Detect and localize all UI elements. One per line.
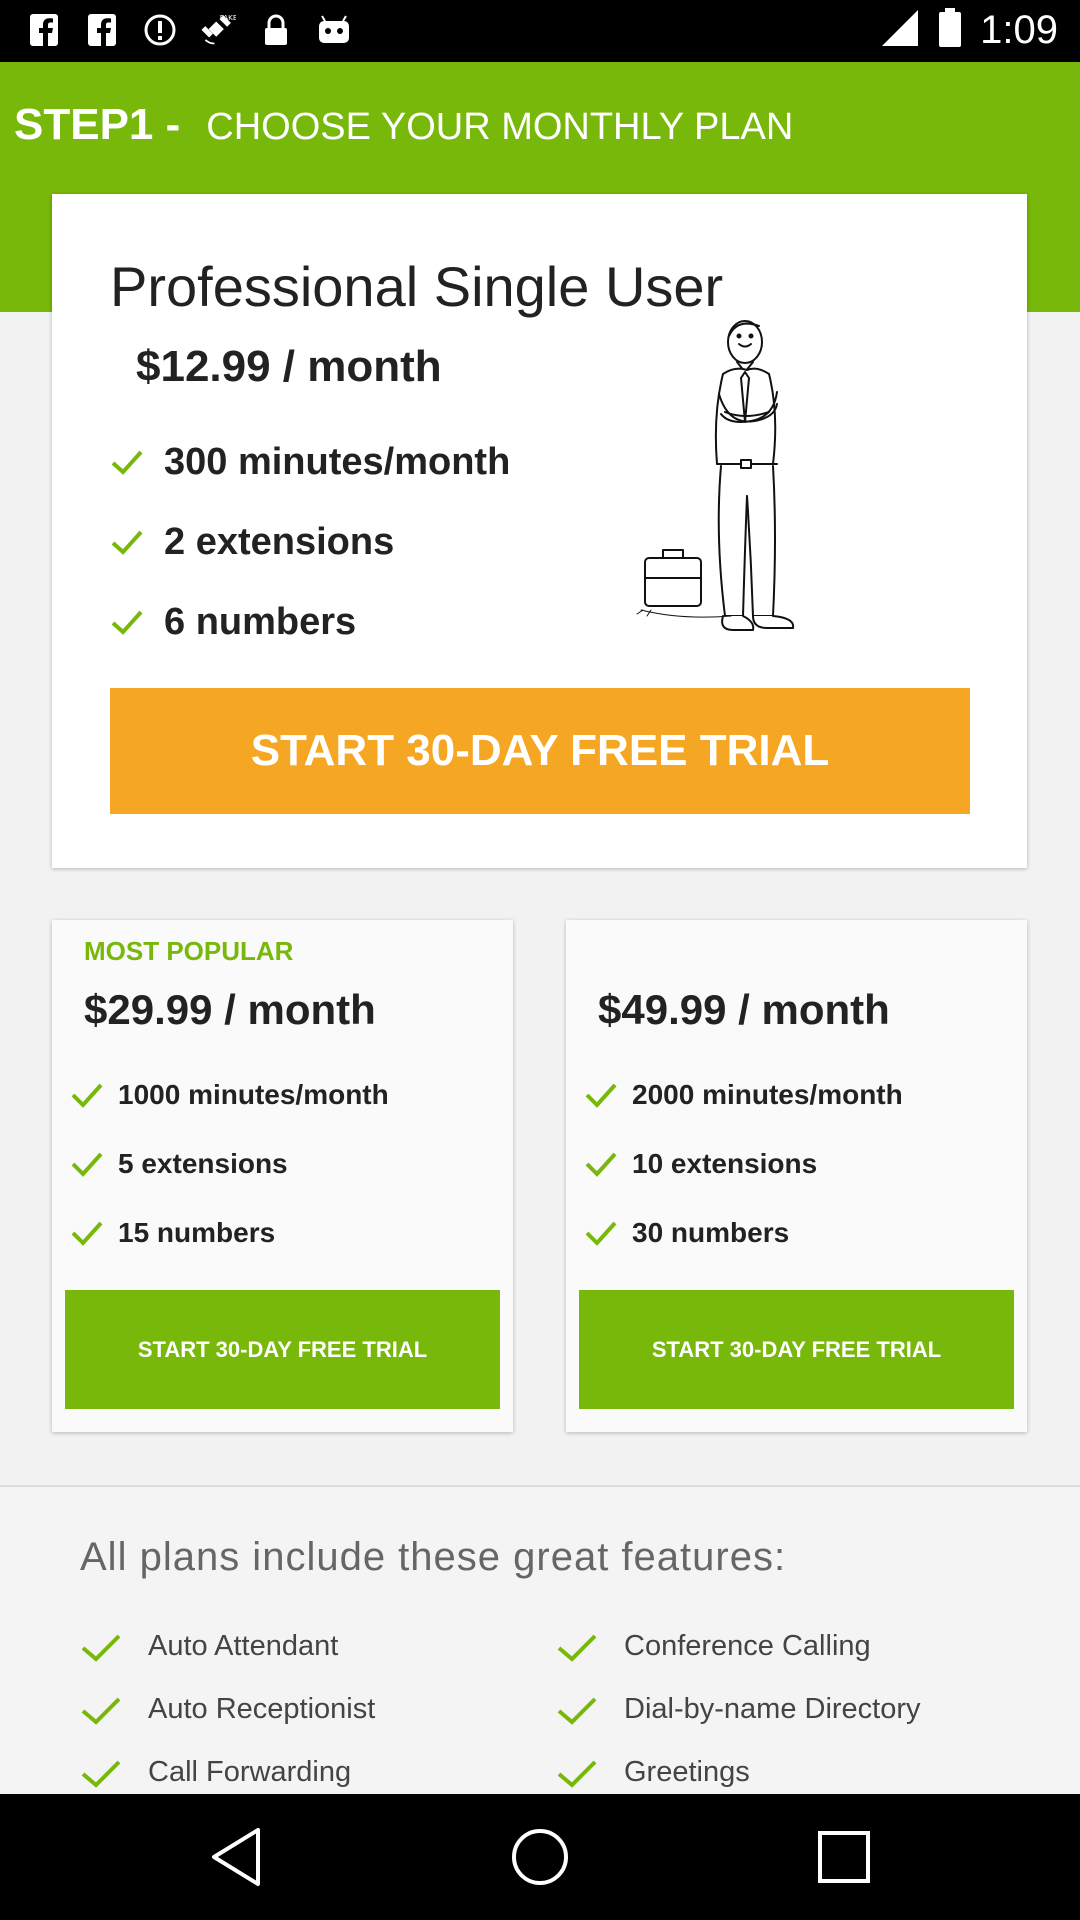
plan-price: $49.99 / month bbox=[598, 986, 890, 1033]
list-item: 1000 minutes/month bbox=[70, 1060, 389, 1129]
back-icon[interactable] bbox=[203, 1824, 269, 1890]
plan-feature-list: 300 minutes/month 2 extensions 6 numbers bbox=[110, 422, 510, 662]
list-item: 300 minutes/month bbox=[110, 422, 510, 502]
feature-label: Greetings bbox=[624, 1756, 750, 1788]
feature-label: 2 extensions bbox=[164, 520, 395, 563]
plan-price: $29.99 / month bbox=[84, 986, 376, 1033]
check-icon bbox=[585, 1221, 617, 1246]
battery-icon bbox=[938, 8, 962, 53]
feature-label: 10 extensions bbox=[632, 1147, 818, 1179]
list-item: 10 extensions bbox=[584, 1129, 903, 1198]
features-list-left: Auto Attendant Auto Receptionist Call Fo… bbox=[80, 1615, 375, 1794]
list-item: Auto Attendant bbox=[80, 1615, 375, 1678]
feature-label: 15 numbers bbox=[118, 1216, 276, 1248]
plan-name: Professional Single User bbox=[110, 255, 724, 318]
plan-card-premium: $49.99 / month 2000 minutes/month 10 ext… bbox=[566, 920, 1027, 1432]
signal-icon bbox=[880, 8, 920, 53]
status-right: 1:09 bbox=[880, 8, 1058, 53]
list-item: 2000 minutes/month bbox=[584, 1060, 903, 1129]
status-time: 1:09 bbox=[980, 8, 1058, 52]
svg-text:FAKE: FAKE bbox=[220, 13, 236, 22]
check-icon bbox=[111, 610, 143, 635]
start-trial-button[interactable]: START 30-DAY FREE TRIAL bbox=[579, 1290, 1014, 1409]
lock-icon bbox=[258, 12, 294, 48]
featured-plan-card: Professional Single User $12.99 / month … bbox=[52, 194, 1027, 868]
start-trial-button[interactable]: START 30-DAY FREE TRIAL bbox=[65, 1290, 500, 1409]
check-icon bbox=[557, 1760, 597, 1788]
check-icon bbox=[111, 530, 143, 555]
recents-icon[interactable] bbox=[811, 1824, 877, 1890]
feature-label: Conference Calling bbox=[624, 1630, 871, 1662]
feature-label: 30 numbers bbox=[632, 1216, 790, 1248]
plan-feature-list: 2000 minutes/month 10 extensions 30 numb… bbox=[584, 1060, 903, 1267]
check-icon bbox=[81, 1760, 121, 1788]
all-plans-features: All plans include these great features: … bbox=[0, 1487, 1080, 1794]
check-icon bbox=[585, 1083, 617, 1108]
facebook-icon bbox=[26, 12, 62, 48]
navigation-bar bbox=[0, 1794, 1080, 1920]
list-item: Auto Receptionist bbox=[80, 1678, 375, 1741]
standing-man-illustration bbox=[636, 320, 795, 631]
alert-circle-icon bbox=[142, 12, 178, 48]
list-item: 15 numbers bbox=[70, 1198, 389, 1267]
feature-label: 6 numbers bbox=[164, 600, 357, 643]
list-item: 6 numbers bbox=[110, 582, 510, 662]
feature-label: 5 extensions bbox=[118, 1147, 288, 1179]
check-icon bbox=[557, 1634, 597, 1662]
feature-label: 1000 minutes/month bbox=[118, 1078, 389, 1110]
features-list-right: Conference Calling Dial-by-name Director… bbox=[556, 1615, 921, 1794]
home-icon[interactable] bbox=[507, 1824, 573, 1890]
step-subtitle: CHOOSE YOUR MONTHLY PLAN bbox=[206, 106, 794, 148]
plan-card-popular: MOST POPULAR $29.99 / month 1000 minutes… bbox=[52, 920, 513, 1432]
check-icon bbox=[81, 1697, 121, 1725]
step-label: STEP1 - bbox=[14, 100, 181, 149]
feature-label: Auto Receptionist bbox=[148, 1693, 376, 1725]
check-icon bbox=[71, 1221, 103, 1246]
list-item: 2 extensions bbox=[110, 502, 510, 582]
list-item: Greetings bbox=[556, 1741, 921, 1794]
app-content[interactable]: STEP1 - CHOOSE YOUR MONTHLY PLAN Profess… bbox=[0, 62, 1080, 1794]
feature-label: Auto Attendant bbox=[148, 1630, 339, 1662]
notification-icons: FAKE bbox=[26, 12, 352, 48]
most-popular-badge: MOST POPULAR bbox=[84, 936, 294, 966]
features-heading: All plans include these great features: bbox=[80, 1535, 787, 1579]
plan-price: $12.99 / month bbox=[136, 342, 442, 391]
feature-label: 300 minutes/month bbox=[164, 440, 511, 483]
check-icon bbox=[81, 1634, 121, 1662]
feature-label: 2000 minutes/month bbox=[632, 1078, 903, 1110]
start-trial-button[interactable]: START 30-DAY FREE TRIAL bbox=[110, 688, 970, 814]
list-item: Conference Calling bbox=[556, 1615, 921, 1678]
check-icon bbox=[71, 1083, 103, 1108]
fake-gps-satellite-icon: FAKE bbox=[200, 12, 236, 48]
feature-label: Dial-by-name Directory bbox=[624, 1693, 921, 1725]
status-bar: FAKE 1:09 bbox=[0, 0, 1080, 62]
check-icon bbox=[111, 450, 143, 475]
list-item: Call Forwarding bbox=[80, 1741, 375, 1794]
list-item: 30 numbers bbox=[584, 1198, 903, 1267]
check-icon bbox=[557, 1697, 597, 1725]
plan-feature-list: 1000 minutes/month 5 extensions 15 numbe… bbox=[70, 1060, 389, 1267]
list-item: 5 extensions bbox=[70, 1129, 389, 1198]
check-icon bbox=[71, 1152, 103, 1177]
page-title: STEP1 - CHOOSE YOUR MONTHLY PLAN bbox=[14, 100, 793, 150]
facebook-icon bbox=[84, 12, 120, 48]
check-icon bbox=[585, 1152, 617, 1177]
list-item: Dial-by-name Directory bbox=[556, 1678, 921, 1741]
feature-label: Call Forwarding bbox=[148, 1756, 352, 1788]
android-robot-icon bbox=[316, 12, 352, 48]
